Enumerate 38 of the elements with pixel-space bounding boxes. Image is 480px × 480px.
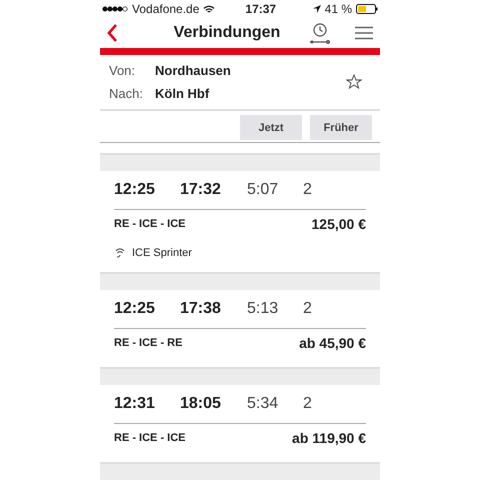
arrival-time: 17:32 — [180, 181, 222, 199]
changes-count: 2 — [303, 181, 312, 199]
clock-route-icon[interactable] — [308, 21, 332, 45]
price: ab 45,90 € — [299, 335, 366, 351]
time-button[interactable]: Früher — [310, 115, 372, 140]
page-title: Verbindungen — [172, 24, 282, 42]
to-label: Nach: — [109, 86, 144, 101]
to-station: Köln Hbf — [155, 86, 210, 101]
carrier-name: Vodafone.de — [132, 2, 200, 16]
changes-count: 2 — [303, 395, 312, 413]
location-arrow-icon — [312, 5, 321, 13]
price: 125,00 € — [312, 216, 366, 232]
departure-time: 12:25 — [114, 300, 156, 318]
from-label: Von: — [109, 63, 136, 78]
star-icon[interactable] — [346, 74, 362, 90]
battery-percent: 41 % — [324, 2, 352, 16]
travel-duration: 5:07 — [247, 181, 280, 199]
travel-duration: 5:13 — [247, 300, 280, 318]
train-products: RE - ICE - ICE — [114, 432, 186, 444]
train-note: ICE Sprinter — [132, 247, 192, 259]
battery-icon — [356, 4, 378, 14]
price: ab 119,90 € — [292, 430, 366, 446]
from-station: Nordhausen — [155, 63, 231, 78]
clock-time: 17:37 — [245, 2, 276, 16]
train-products: RE - ICE - ICE — [114, 218, 186, 230]
sprinter-icon — [114, 248, 126, 258]
changes-count: 2 — [303, 300, 312, 318]
departure-time: 12:25 — [114, 181, 156, 199]
travel-duration: 5:34 — [247, 395, 280, 413]
arrival-time: 17:38 — [180, 300, 222, 318]
train-products: RE - ICE - RE — [114, 337, 182, 349]
arrival-time: 18:05 — [180, 395, 222, 413]
departure-time: 12:31 — [114, 395, 156, 413]
signal-icon — [102, 6, 128, 12]
back-icon[interactable] — [106, 23, 118, 43]
menu-icon[interactable] — [354, 26, 374, 40]
wifi-icon — [203, 4, 216, 14]
time-button[interactable]: Jetzt — [240, 115, 302, 140]
